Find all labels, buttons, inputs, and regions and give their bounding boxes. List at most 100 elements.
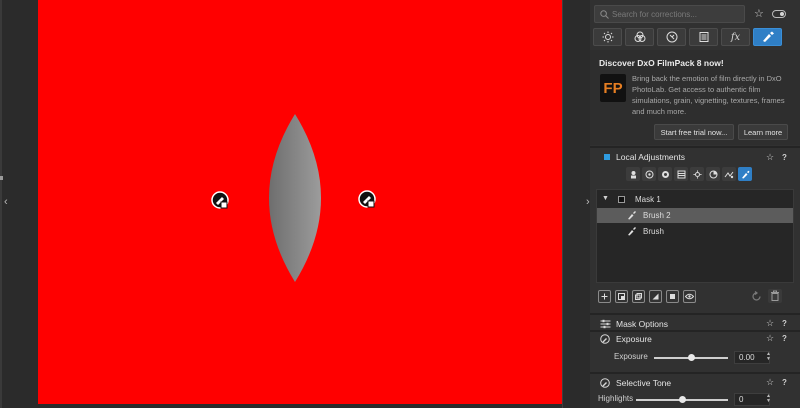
new-layer-icon <box>618 293 625 300</box>
brush-icon <box>741 170 749 178</box>
mask-item-label: Brush <box>643 227 664 236</box>
left-panel-handle[interactable] <box>0 176 3 180</box>
image-canvas[interactable] <box>38 0 562 408</box>
tab-light[interactable] <box>593 28 622 46</box>
tab-geometry[interactable] <box>689 28 718 46</box>
show-mask-button[interactable] <box>683 290 696 303</box>
local-brush-icon <box>600 334 610 344</box>
gradient-icon <box>677 170 685 178</box>
tool-auto-mask[interactable] <box>690 167 704 181</box>
tool-graduated-filter[interactable] <box>658 167 672 181</box>
left-panel-edge <box>0 0 2 408</box>
selective-tone-header[interactable]: Selective Tone ☆ ? <box>590 376 800 390</box>
tool-brush[interactable] <box>738 167 752 181</box>
tab-local-adjustments[interactable] <box>753 28 782 46</box>
list-item[interactable]: Brush <box>597 224 793 239</box>
tool-control-line[interactable] <box>642 167 656 181</box>
brush-mask-overlay <box>269 114 321 282</box>
highlights-slider-thumb[interactable] <box>678 396 686 403</box>
eye-icon <box>685 293 694 300</box>
brush-stroke-handle-right[interactable] <box>358 190 376 208</box>
local-adjustments-header[interactable]: Local Adjustments ☆ ? <box>590 149 800 165</box>
color-picker-icon <box>709 170 717 178</box>
mask-options-header[interactable]: Mask Options ☆ ? <box>590 317 800 331</box>
duplicate-icon <box>635 293 642 300</box>
local-adjustments-title: Local Adjustments <box>616 152 685 162</box>
highlights-slider-row: Highlights ▲▼ <box>590 393 800 407</box>
highlights-spinner[interactable]: ▲ ▼ <box>766 394 772 404</box>
mask-item-label: Brush 2 <box>643 211 671 220</box>
tool-color-picker[interactable] <box>706 167 720 181</box>
reset-mask-button[interactable] <box>750 290 763 303</box>
promo-description: Bring back the emotion of film directly … <box>632 74 785 116</box>
exposure-value-field[interactable] <box>734 351 770 364</box>
exposure-header[interactable]: Exposure ☆ ? <box>590 332 800 346</box>
exposure-title: Exposure <box>616 334 652 344</box>
mask-toggle-icon <box>670 294 675 299</box>
exposure-help-icon[interactable]: ? <box>782 334 787 343</box>
expand-caret-icon[interactable]: ▼ <box>602 195 609 202</box>
list-item[interactable]: ▼ Mask 1 <box>597 192 793 207</box>
mask-actions <box>598 290 696 303</box>
duplicate-mask-button[interactable] <box>632 290 645 303</box>
promo-title: Discover DxO FilmPack 8 now! <box>599 58 724 68</box>
local-tools-toolbar <box>626 167 752 181</box>
list-item[interactable]: Brush 2 <box>597 208 793 223</box>
collapse-left-panel-icon[interactable]: ‹ <box>4 196 8 208</box>
exposure-spinner[interactable]: ▲ ▼ <box>766 352 772 362</box>
start-free-trial-button[interactable]: Start free trial now... <box>654 124 734 140</box>
brush-mask-icon <box>628 211 636 220</box>
local-adjustments-help-icon[interactable]: ? <box>782 153 787 162</box>
graduated-filter-icon <box>661 170 669 178</box>
panel-toggle-switch[interactable] <box>772 10 786 18</box>
tool-control-point[interactable] <box>626 167 640 181</box>
highlights-slider-label: Highlights <box>598 394 634 403</box>
mask-options-help-icon[interactable]: ? <box>782 319 787 328</box>
new-mask-from-selection-button[interactable] <box>615 290 628 303</box>
local-adjustments-star-icon[interactable]: ☆ <box>766 152 774 163</box>
correction-tabs: fx <box>593 28 793 48</box>
mask-toggle-button[interactable] <box>666 290 679 303</box>
control-point-icon <box>630 170 636 178</box>
invert-icon <box>652 293 659 300</box>
search-input[interactable] <box>612 7 742 21</box>
mask-options-star-icon[interactable]: ☆ <box>766 318 774 329</box>
new-mask-button[interactable] <box>598 290 611 303</box>
exposure-slider-label: Exposure <box>614 352 648 361</box>
learn-more-button[interactable]: Learn more <box>738 124 788 140</box>
local-adjustments-icon <box>762 31 774 42</box>
selective-tone-title: Selective Tone <box>616 378 672 388</box>
right-panel-gutter: › <box>562 0 590 408</box>
tab-effects[interactable]: fx <box>721 28 750 46</box>
gutter-edge <box>562 0 563 408</box>
tool-eraser[interactable] <box>722 167 736 181</box>
brush-stroke-handle-left[interactable] <box>211 191 229 209</box>
brush-mask-icon <box>628 227 636 236</box>
undo-icon <box>752 291 761 301</box>
invert-mask-button[interactable] <box>649 290 662 303</box>
photo-viewport[interactable] <box>38 0 562 404</box>
search-box[interactable] <box>594 5 745 23</box>
delete-mask-button[interactable] <box>768 289 782 303</box>
corrections-panel: ☆ fx <box>590 0 800 408</box>
eraser-icon <box>724 171 734 178</box>
auto-mask-icon <box>693 170 701 178</box>
exposure-slider-row: Exposure ▲▼ <box>590 351 800 365</box>
section-divider <box>590 372 800 374</box>
mask-group-label: Mask 1 <box>635 195 661 204</box>
exposure-slider-thumb[interactable] <box>687 354 695 361</box>
selective-tone-star-icon[interactable]: ☆ <box>766 377 774 388</box>
tab-color[interactable] <box>625 28 654 46</box>
favorites-star-icon[interactable]: ☆ <box>754 7 764 20</box>
tool-gradient[interactable] <box>674 167 688 181</box>
left-panel-strip: ‹ <box>0 0 38 408</box>
detail-icon <box>666 31 677 43</box>
highlights-value-field[interactable] <box>734 393 770 406</box>
exposure-star-icon[interactable]: ☆ <box>766 333 774 344</box>
tab-detail[interactable] <box>657 28 686 46</box>
mask-visibility-checkbox[interactable] <box>618 196 625 203</box>
local-adjustments-enable-checkbox[interactable] <box>604 154 610 160</box>
trash-icon <box>771 290 779 301</box>
sliders-icon <box>600 319 611 329</box>
selective-tone-help-icon[interactable]: ? <box>782 378 787 387</box>
